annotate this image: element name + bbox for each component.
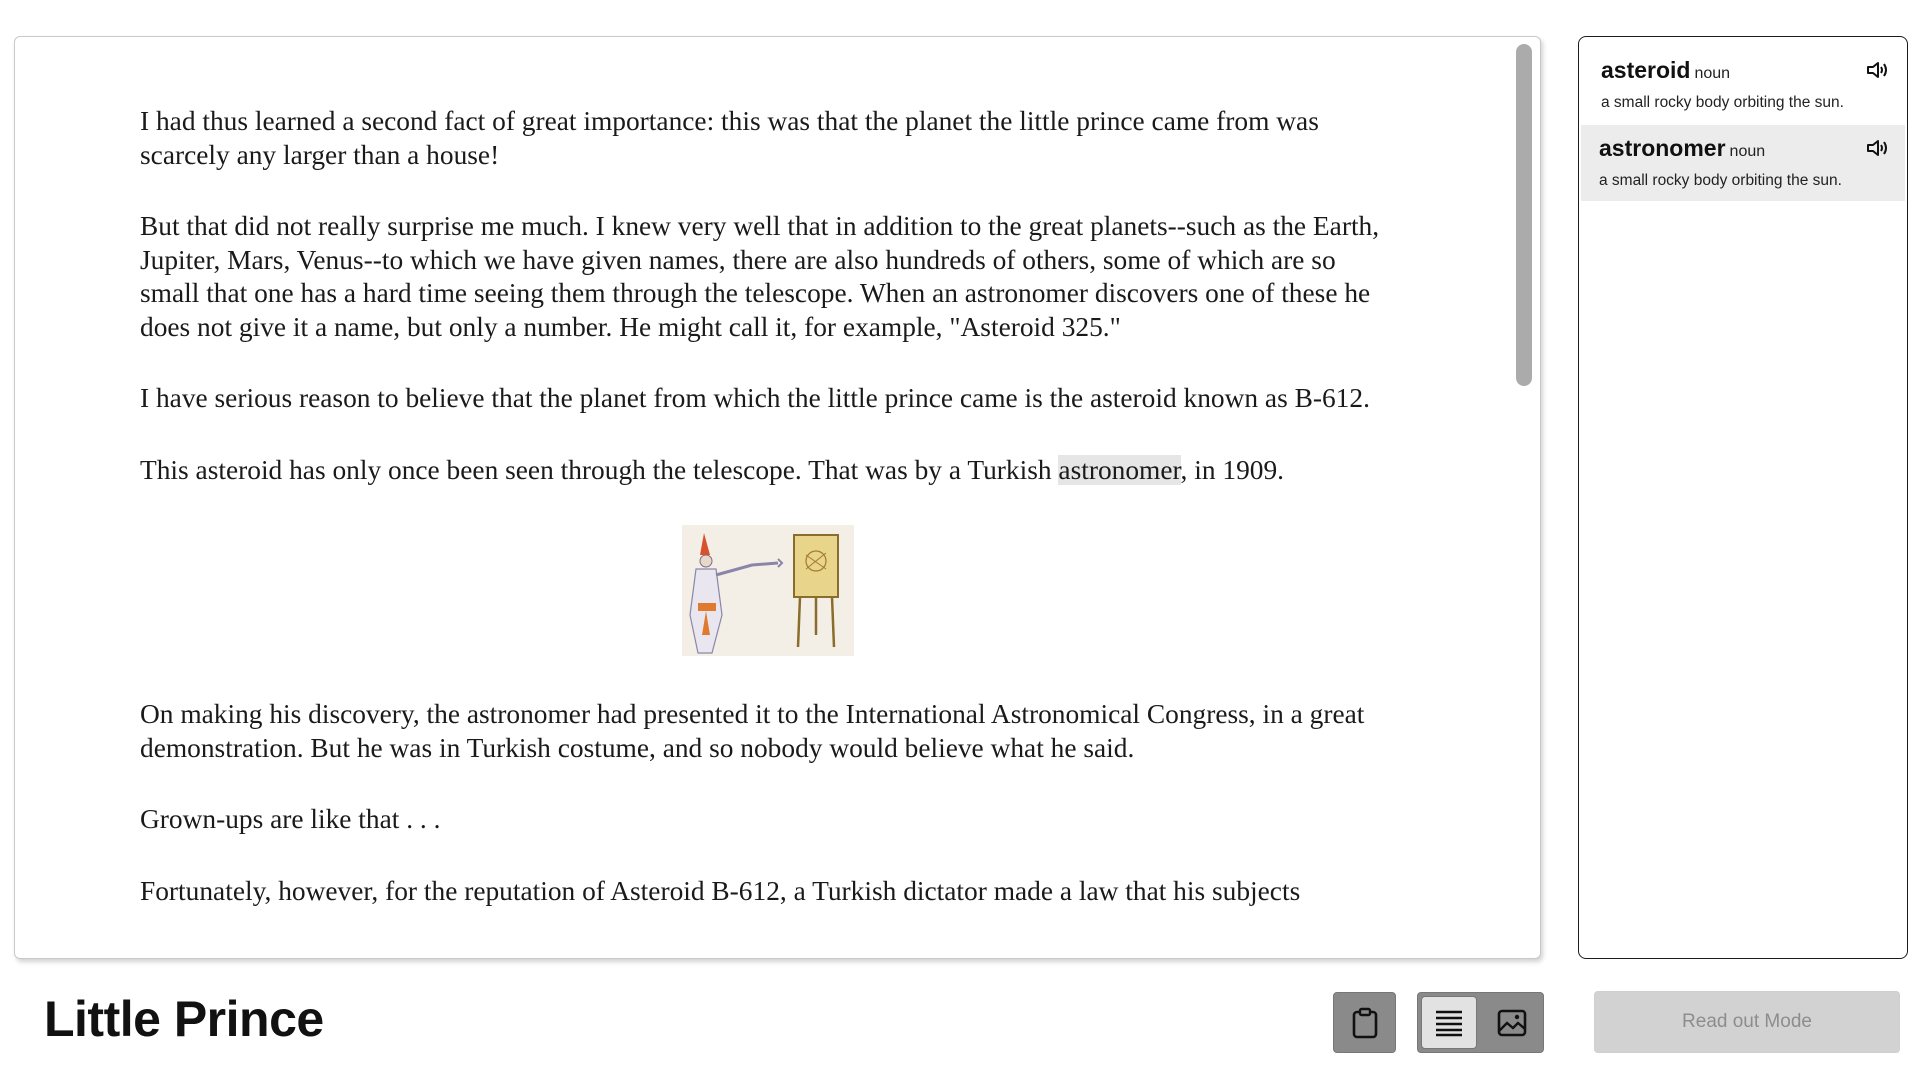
part-of-speech: noun	[1729, 143, 1766, 160]
image-icon	[1497, 1009, 1527, 1036]
paragraph: But that did not really surprise me much…	[140, 211, 1380, 342]
text-segment: , in 1909.	[1180, 454, 1285, 485]
paragraph: I had thus learned a second fact of grea…	[140, 106, 1319, 170]
glossary-definition: a small rocky body orbiting the sun.	[1601, 94, 1844, 111]
text-align-icon	[1436, 1010, 1462, 1036]
paragraph: On making his discovery, the astronomer …	[140, 699, 1365, 763]
speaker-icon[interactable]	[1865, 59, 1891, 81]
text-segment: This asteroid has only once been seen th…	[140, 454, 1059, 485]
clipboard-icon	[1352, 1007, 1377, 1038]
paragraph: Fortunately, however, for the reputation…	[140, 875, 1301, 906]
glossary-item-active[interactable]: astronomer noun a small rocky body orbiti…	[1581, 125, 1905, 201]
read-out-mode-button[interactable]: Read out Mode	[1594, 991, 1900, 1053]
glossary-definition: a small rocky body orbiting the sun.	[1599, 172, 1842, 189]
text-view-button[interactable]	[1421, 996, 1477, 1049]
reader-content: I had thus learned a second fact of grea…	[140, 105, 1395, 908]
reader-panel[interactable]: I had thus learned a second fact of grea…	[14, 36, 1541, 959]
highlighted-word[interactable]: astronomer	[1058, 454, 1181, 485]
paragraph: I have serious reason to believe that th…	[140, 383, 1370, 413]
turkish-astronomer-illustration	[681, 525, 854, 656]
glossary-item[interactable]: asteroid noun a small rocky body orbiting…	[1579, 37, 1907, 125]
glossary-word: astronomer	[1599, 135, 1726, 161]
image-view-button[interactable]	[1484, 996, 1540, 1049]
view-mode-toggle	[1417, 992, 1544, 1053]
speaker-icon[interactable]	[1865, 137, 1891, 159]
document-title: Little Prince	[44, 991, 324, 1047]
glossary-panel: asteroid noun a small rocky body orbiting…	[1578, 36, 1908, 959]
paragraph: Grown-ups are like that . . .	[140, 804, 441, 834]
glossary-word: asteroid	[1601, 57, 1691, 83]
paragraph: This asteroid has only once been seen th…	[140, 454, 1395, 488]
clipboard-button[interactable]	[1333, 992, 1396, 1053]
scrollbar-thumb[interactable]	[1516, 44, 1532, 386]
part-of-speech: noun	[1694, 65, 1731, 82]
